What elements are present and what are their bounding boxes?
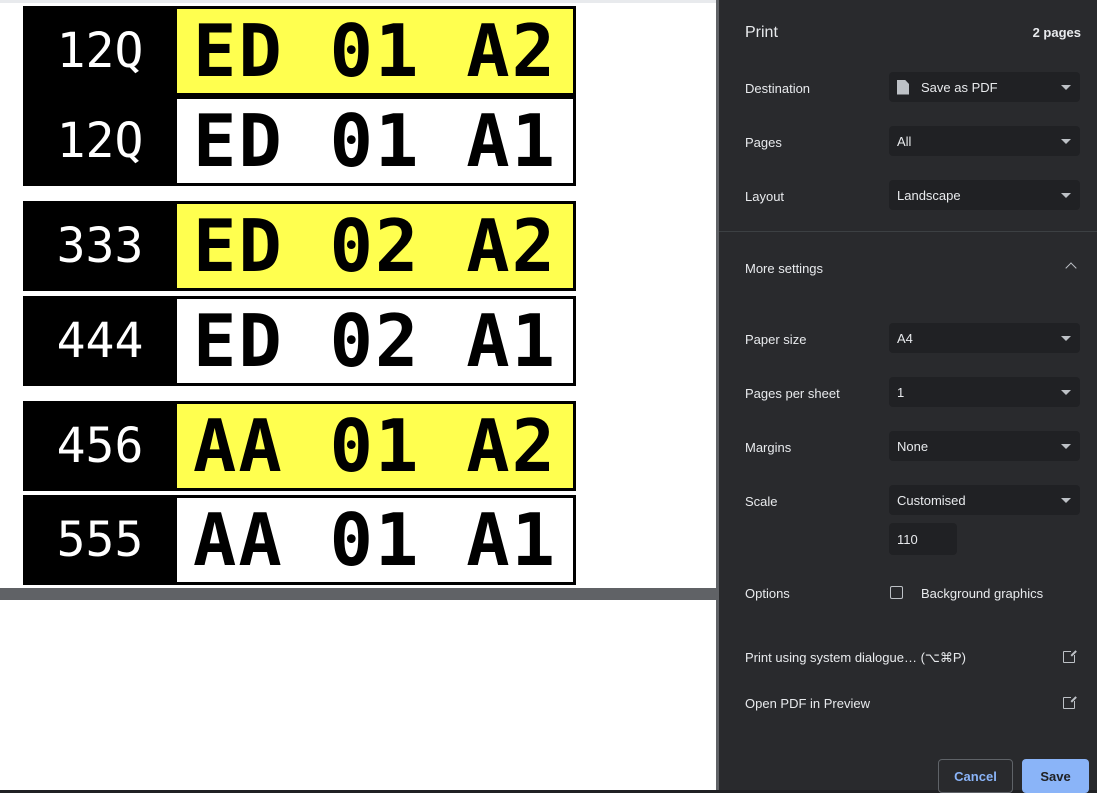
- scale-select[interactable]: Customised: [889, 485, 1080, 515]
- dropdown-caret-icon: [1061, 498, 1071, 503]
- label-code: AA 01 A2: [177, 401, 576, 491]
- more-settings-toggle[interactable]: More settings: [745, 261, 823, 276]
- page-separator: [0, 588, 719, 600]
- destination-value: Save as PDF: [921, 79, 998, 95]
- section-divider: [719, 231, 1097, 232]
- background-graphics-label[interactable]: Background graphics: [921, 586, 1043, 601]
- label-row: 555 AA 01 A1: [23, 495, 576, 585]
- label-number: 12Q: [23, 6, 177, 96]
- label-code-part: 02: [329, 299, 421, 383]
- layout-label: Layout: [745, 189, 785, 204]
- layout-value: Landscape: [897, 187, 961, 203]
- label-row: 444 ED 02 A1: [23, 296, 576, 386]
- label-code: ED 02 A2: [177, 201, 576, 291]
- pages-per-sheet-value: 1: [897, 384, 905, 400]
- label-code-part: ED: [193, 204, 284, 288]
- paper-size-label: Paper size: [745, 332, 807, 347]
- panel-title: Print: [745, 24, 778, 41]
- label-number: 444: [23, 296, 177, 386]
- label-row: 12Q ED 01 A1: [23, 96, 576, 186]
- label-code-part: A1: [466, 299, 557, 383]
- system-dialog-link[interactable]: Print using system dialogue… (⌥⌘P): [745, 650, 966, 666]
- paper-size-value: A4: [897, 330, 913, 346]
- open-pdf-preview-link[interactable]: Open PDF in Preview: [745, 696, 870, 711]
- label-code: ED 01 A1: [177, 96, 576, 186]
- dropdown-caret-icon: [1061, 390, 1071, 395]
- dropdown-caret-icon: [1061, 193, 1071, 198]
- preview-page-1: 12Q ED 01 A2 12Q ED 01 A1 333 ED 02 A2 4…: [0, 3, 716, 588]
- label-code-part: A2: [466, 404, 557, 488]
- pages-select[interactable]: All: [889, 126, 1080, 156]
- label-code-part: 01: [329, 498, 421, 582]
- layout-select[interactable]: Landscape: [889, 180, 1080, 210]
- preview-page-2: [0, 600, 716, 790]
- pages-label: Pages: [745, 135, 782, 150]
- margins-label: Margins: [745, 440, 792, 455]
- open-external-icon[interactable]: [1063, 695, 1077, 709]
- label-number: 456: [23, 401, 177, 491]
- label-number: 12Q: [23, 96, 177, 186]
- label-code-part: AA: [193, 404, 284, 488]
- dropdown-caret-icon: [1061, 336, 1071, 341]
- paper-size-select[interactable]: A4: [889, 323, 1080, 353]
- margins-value: None: [897, 438, 929, 454]
- label-code-part: 01: [329, 404, 421, 488]
- label-code-part: ED: [193, 299, 284, 383]
- label-number: 333: [23, 201, 177, 291]
- label-code-part: AA: [193, 498, 284, 582]
- chevron-up-icon[interactable]: [1065, 262, 1077, 274]
- label-code-part: A2: [466, 9, 557, 93]
- pages-per-sheet-label: Pages per sheet: [745, 386, 840, 401]
- label-code-part: A1: [466, 99, 557, 183]
- print-settings-panel: Print 2 pages Destination Save as PDF Pa…: [719, 0, 1097, 793]
- page-count: 2 pages: [1032, 25, 1081, 40]
- label-number: 555: [23, 495, 177, 585]
- label-code: AA 01 A1: [177, 495, 576, 585]
- label-code: ED 02 A1: [177, 296, 576, 386]
- save-button[interactable]: Save: [1022, 759, 1089, 793]
- cancel-button[interactable]: Cancel: [938, 759, 1013, 793]
- dropdown-caret-icon: [1061, 444, 1071, 449]
- label-code-part: 02: [329, 204, 421, 288]
- label-row: 456 AA 01 A2: [23, 401, 576, 491]
- label-row: 333 ED 02 A2: [23, 201, 576, 291]
- open-external-icon[interactable]: [1063, 649, 1077, 663]
- options-label: Options: [745, 586, 790, 601]
- dropdown-caret-icon: [1061, 139, 1071, 144]
- label-code-part: 01: [329, 99, 421, 183]
- label-code-part: ED: [193, 9, 284, 93]
- scale-custom-input[interactable]: 110: [889, 523, 957, 555]
- label-row: 12Q ED 01 A2: [23, 6, 576, 96]
- pdf-file-icon: [897, 79, 909, 95]
- label-code-part: 01: [329, 9, 421, 93]
- margins-select[interactable]: None: [889, 431, 1080, 461]
- background-graphics-checkbox[interactable]: [890, 586, 903, 599]
- label-code-part: A1: [466, 498, 557, 582]
- print-preview: 12Q ED 01 A2 12Q ED 01 A1 333 ED 02 A2 4…: [0, 0, 719, 790]
- destination-label: Destination: [745, 81, 811, 96]
- label-code-part: A2: [466, 204, 557, 288]
- dropdown-caret-icon: [1061, 85, 1071, 90]
- label-code-part: ED: [193, 99, 284, 183]
- label-code: ED 01 A2: [177, 6, 576, 96]
- pages-value: All: [897, 133, 912, 149]
- pages-per-sheet-select[interactable]: 1: [889, 377, 1080, 407]
- destination-select[interactable]: Save as PDF: [889, 72, 1080, 102]
- scale-value: Customised: [897, 492, 966, 508]
- scale-label: Scale: [745, 494, 778, 509]
